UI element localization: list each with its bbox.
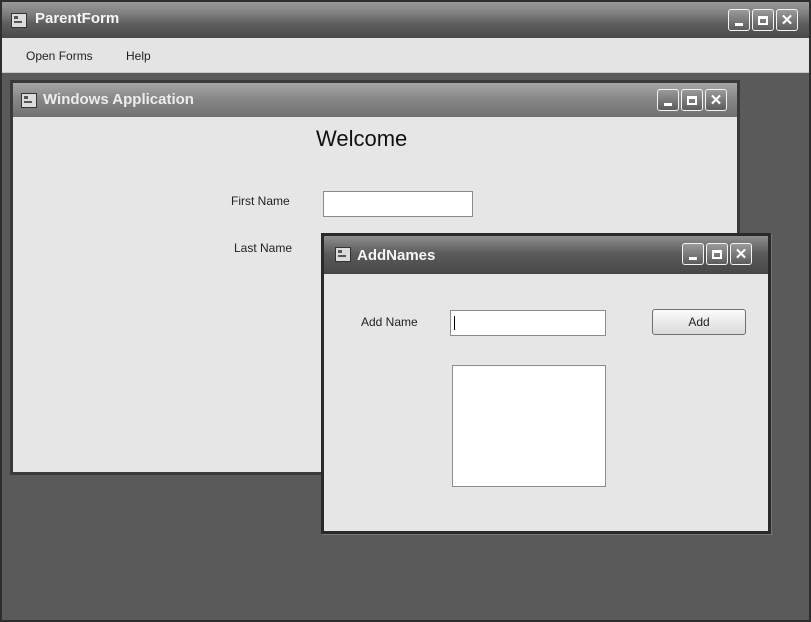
last-name-label: Last Name — [234, 241, 293, 255]
minimize-icon[interactable] — [728, 9, 750, 31]
add-name-label: Add Name — [361, 315, 418, 329]
add-button[interactable]: Add — [652, 309, 746, 335]
text-cursor — [454, 316, 455, 330]
child-title-bar[interactable]: Windows Application ✕ — [13, 83, 737, 117]
child-window-controls: ✕ — [657, 89, 727, 111]
first-name-field[interactable] — [323, 191, 473, 217]
dialog-app-icon — [335, 247, 351, 262]
maximize-icon[interactable] — [706, 243, 728, 265]
dialog-title: AddNames — [357, 247, 436, 264]
dialog-window-controls: ✕ — [682, 243, 752, 265]
minimize-icon[interactable] — [657, 89, 679, 111]
add-name-field[interactable] — [450, 310, 606, 336]
child-window-title: Windows Application — [43, 91, 194, 108]
dialog-title-bar[interactable]: AddNames ✕ — [324, 236, 768, 274]
names-list-box[interactable] — [452, 365, 606, 487]
parent-window-controls: ✕ — [728, 9, 798, 31]
menu-bar: Open Forms Help — [2, 38, 809, 73]
child-app-icon — [21, 93, 37, 108]
close-icon[interactable]: ✕ — [705, 89, 727, 111]
add-names-dialog: AddNames ✕ Add Name Add — [321, 233, 771, 534]
close-icon[interactable]: ✕ — [776, 9, 798, 31]
parent-form-window: ParentForm ✕ Open Forms Help Windows App… — [0, 0, 811, 622]
close-icon[interactable]: ✕ — [730, 243, 752, 265]
first-name-label: First Name — [231, 194, 290, 208]
menu-help[interactable]: Help — [126, 49, 151, 63]
parent-title-bar[interactable]: ParentForm ✕ — [2, 2, 809, 38]
app-icon — [11, 13, 27, 28]
menu-open-forms[interactable]: Open Forms — [26, 49, 93, 63]
maximize-icon[interactable] — [681, 89, 703, 111]
parent-window-title: ParentForm — [35, 10, 120, 27]
maximize-icon[interactable] — [752, 9, 774, 31]
welcome-heading: Welcome — [316, 126, 408, 151]
minimize-icon[interactable] — [682, 243, 704, 265]
